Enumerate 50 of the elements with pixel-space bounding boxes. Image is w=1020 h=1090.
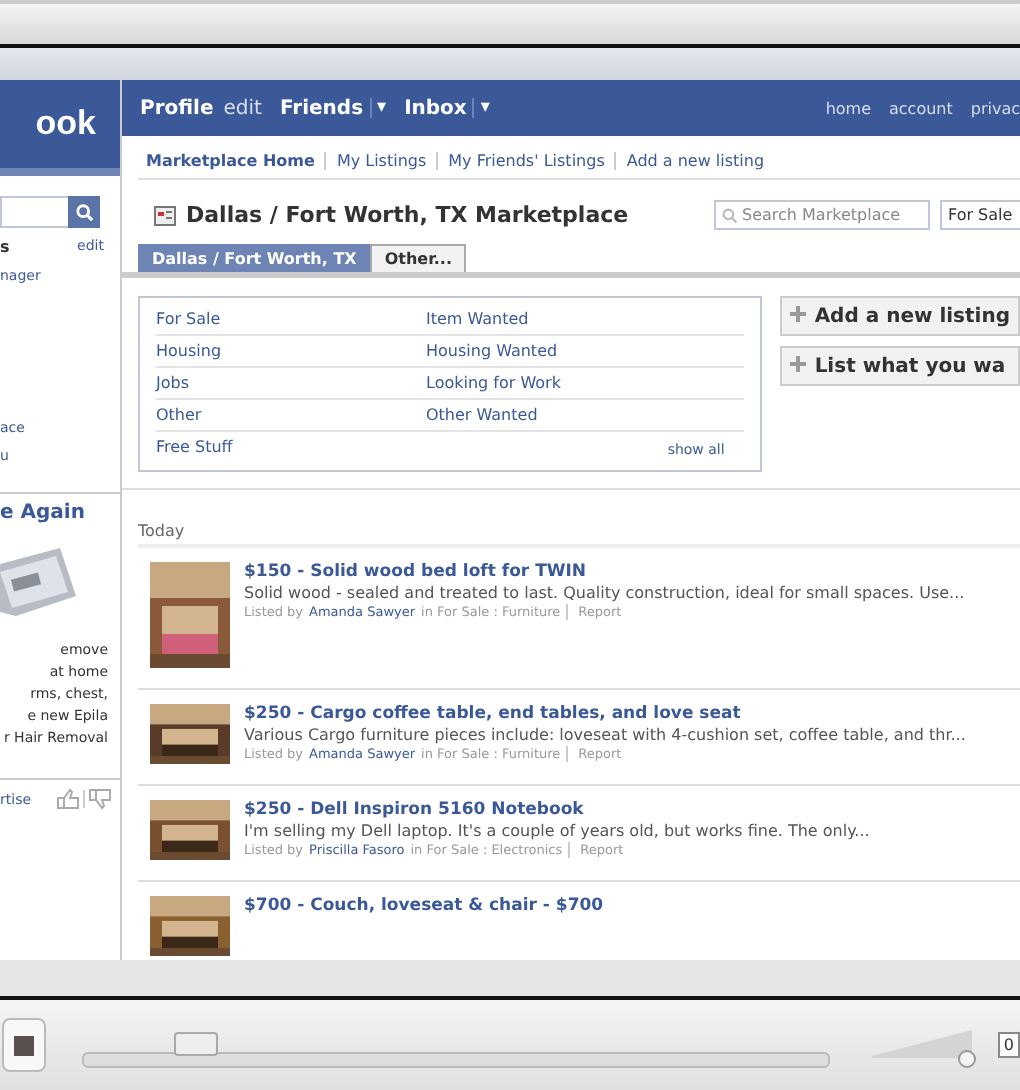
- category-link[interactable]: Jobs: [156, 374, 426, 392]
- listing-description: Various Cargo furniture pieces include: loveseat with 4-cushion set, coffee table, and thr...: [244, 726, 966, 744]
- category-link[interactable]: Looking for Work: [426, 374, 696, 392]
- listing-title[interactable]: $700 - Couch, loveseat & chair - $700: [244, 896, 604, 916]
- listing-title[interactable]: $150 - Solid wood bed loft for TWIN: [244, 562, 965, 582]
- search-button[interactable]: [68, 196, 100, 228]
- search-field[interactable]: [0, 196, 68, 228]
- listing-description: Solid wood - sealed and treated to last. Quality construction, ideal for small spaces. Use...: [244, 584, 965, 602]
- category-link[interactable]: Housing: [156, 342, 426, 360]
- listing-title[interactable]: $250 - Dell Inspiron 5160 Notebook: [244, 800, 870, 820]
- page-title: Dallas / Fort Worth, TX Marketplace: [186, 202, 629, 228]
- nav-link[interactable]: account: [889, 99, 953, 117]
- nav-link[interactable]: home: [825, 99, 871, 117]
- nav-link[interactable]: Inbox: [404, 97, 467, 119]
- stop-button[interactable]: [2, 1018, 46, 1072]
- plus-icon: [790, 355, 807, 371]
- section-heading: Today: [138, 522, 185, 540]
- category-link[interactable]: Free Stuff: [156, 438, 426, 456]
- category-link[interactable]: Housing Wanted: [426, 342, 696, 360]
- thumbs-icon[interactable]: [56, 788, 112, 810]
- subnav-link[interactable]: My Listings: [324, 152, 427, 170]
- nav-link[interactable]: Friends: [279, 97, 364, 119]
- subnav-link[interactable]: Add a new listing: [614, 152, 765, 170]
- location-tab[interactable]: Dallas / Fort Worth, TX: [138, 244, 371, 272]
- subnav-link[interactable]: Marketplace Home: [146, 152, 315, 170]
- marketplace-icon: [154, 205, 176, 225]
- seek-bar[interactable]: [81, 1031, 830, 1071]
- category-link[interactable]: For Sale: [156, 310, 426, 328]
- listing-title[interactable]: $250 - Cargo coffee table, end tables, and love seat: [244, 704, 966, 724]
- search-icon: [75, 203, 93, 221]
- location-tab[interactable]: Other...: [370, 244, 466, 272]
- ad-title[interactable]: e Again: [0, 502, 85, 524]
- category-link[interactable]: Other Wanted: [426, 406, 696, 424]
- nav-link[interactable]: privac: [970, 99, 1020, 117]
- search-field[interactable]: Search Marketplace: [714, 200, 930, 230]
- category-link[interactable]: Item Wanted: [426, 310, 696, 328]
- action-button[interactable]: List what you wa: [780, 346, 1020, 386]
- volume-slider[interactable]: [871, 1029, 970, 1061]
- sidebar-heading: s: [0, 238, 10, 256]
- time-display: 0: [997, 1032, 1020, 1058]
- subnav-link[interactable]: My Friends' Listings: [436, 152, 605, 170]
- action-button[interactable]: Add a new listing: [780, 296, 1020, 336]
- nav-link[interactable]: edit: [223, 97, 262, 119]
- listing-description: I'm selling my Dell laptop. It's a couple of years old, but works fine. The only...: [244, 822, 870, 840]
- search-icon: [722, 207, 738, 223]
- filter-dropdown[interactable]: For Sale: [940, 200, 1020, 230]
- plus-icon: [790, 305, 807, 321]
- category-link[interactable]: Other: [156, 406, 426, 424]
- seek-handle[interactable]: [173, 1031, 218, 1055]
- nav-link[interactable]: Profile: [140, 97, 214, 119]
